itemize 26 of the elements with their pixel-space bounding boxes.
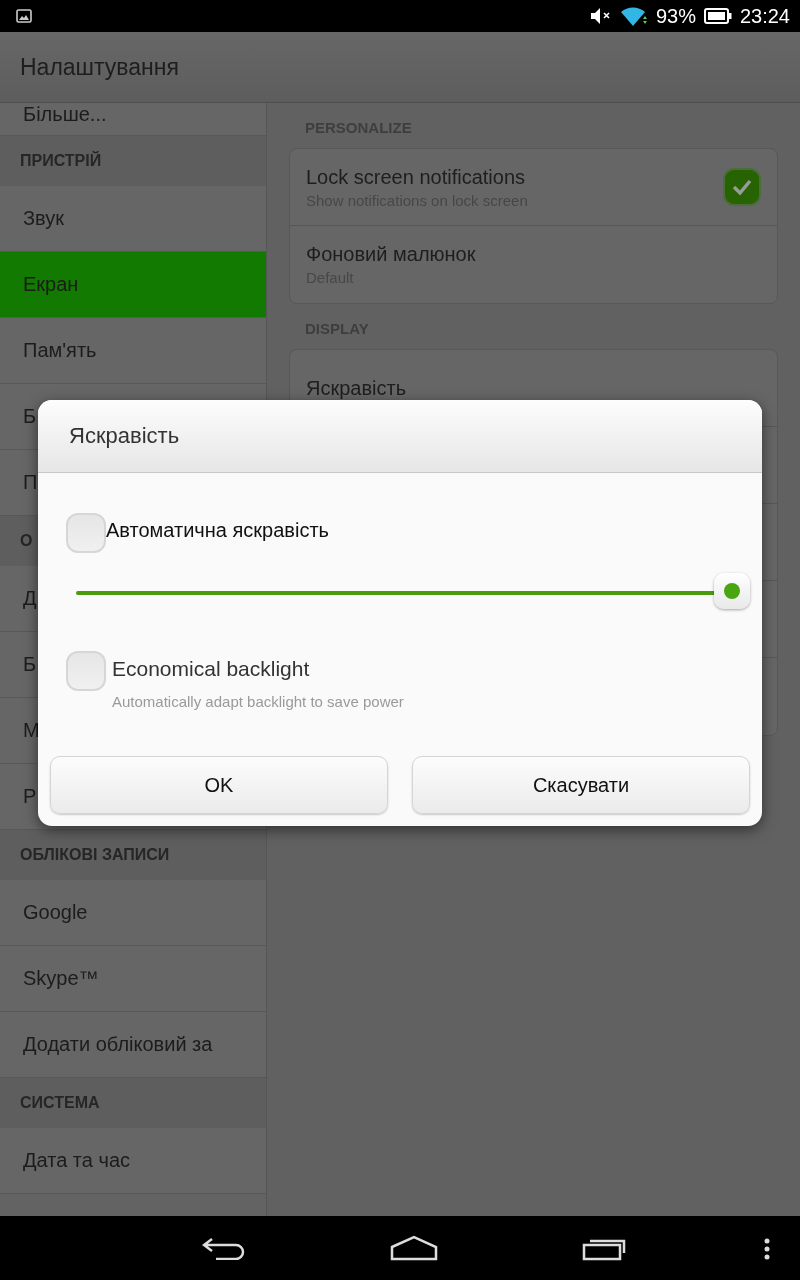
slider-thumb[interactable]: [714, 573, 750, 609]
sidebar-item[interactable]: Екран: [0, 252, 266, 318]
battery-percentage: 93%: [655, 4, 696, 28]
wifi-icon: [619, 5, 648, 27]
image-icon: [16, 9, 32, 23]
home-icon[interactable]: [389, 1235, 439, 1261]
dialog-button[interactable]: OK: [50, 756, 388, 814]
check-icon: [731, 178, 753, 196]
setting-title: Фоновий малюнок: [306, 243, 477, 266]
sidebar-section-header: СИСТЕМА: [0, 1078, 266, 1128]
sidebar-section-header: ПРИСТРІЙ: [0, 136, 266, 186]
battery-icon: [703, 8, 732, 24]
sidebar-section-header: ОБЛІКОВІ ЗАПИСИ: [0, 830, 266, 880]
checkbox[interactable]: [723, 168, 761, 206]
dialog-title: Яскравість: [69, 423, 180, 449]
option-description: Automatically adapt backlight to save power: [111, 693, 404, 710]
option-label: Economical backlight: [111, 657, 311, 681]
back-icon[interactable]: [201, 1236, 246, 1260]
setting-title: Lock screen notifications: [306, 165, 526, 189]
mute-icon: [589, 7, 612, 25]
screen-title: Налаштування: [20, 53, 179, 81]
dialog-button[interactable]: Скасувати: [412, 756, 750, 814]
menu-icon[interactable]: [764, 1238, 770, 1260]
clock: 23:24: [739, 4, 790, 28]
sidebar-item[interactable]: Більше...: [0, 103, 266, 136]
setting-title: Яскравість: [306, 376, 408, 400]
